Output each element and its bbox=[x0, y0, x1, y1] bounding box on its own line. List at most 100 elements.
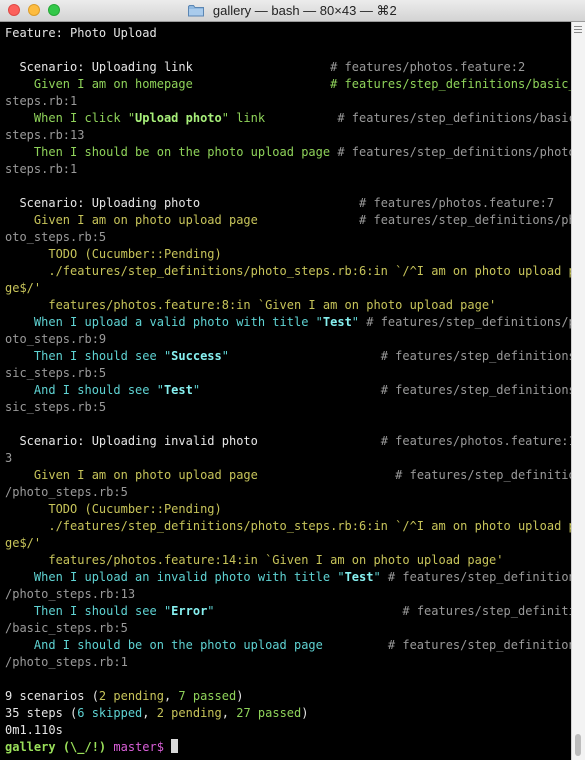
terminal-line: 3 bbox=[5, 450, 571, 467]
terminal-text: Scenario: Uploading photo bbox=[5, 196, 360, 210]
terminal-line: 9 scenarios (2 pending, 7 passed) bbox=[5, 688, 571, 705]
terminal-text: And I should be on the photo upload page bbox=[5, 638, 388, 652]
prompt-branch: master bbox=[113, 740, 157, 754]
terminal-text: # features/step_definitions/basic_ bbox=[337, 111, 571, 125]
terminal-line: When I upload an invalid photo with titl… bbox=[5, 569, 571, 586]
folder-icon bbox=[188, 4, 205, 22]
terminal-text: steps.rb:1 bbox=[5, 94, 78, 108]
terminal-text: Success bbox=[171, 349, 222, 363]
window-title: gallery — bash — 80×43 — ⌘2 bbox=[212, 3, 397, 18]
terminal-text: " bbox=[221, 349, 381, 363]
terminal-text: ./features/step_definitions/photo_steps.… bbox=[5, 519, 571, 533]
terminal-text: 3 bbox=[5, 451, 13, 465]
terminal-text: ) bbox=[301, 706, 309, 720]
terminal-text: oto_steps.rb:5 bbox=[5, 230, 107, 244]
terminal-output[interactable]: Feature: Photo Upload Scenario: Uploadin… bbox=[0, 22, 571, 760]
terminal-line: Scenario: Uploading photo # features/pho… bbox=[5, 195, 571, 212]
title-bar[interactable]: gallery — bash — 80×43 — ⌘2 bbox=[0, 0, 585, 22]
terminal-text: # features/step_definitions/ba bbox=[380, 349, 571, 363]
terminal-text: # features/photos.feature:7 bbox=[359, 196, 555, 210]
terminal-line: When I click "Upload photo" link # featu… bbox=[5, 110, 571, 127]
terminal-text: sic_steps.rb:5 bbox=[5, 400, 107, 414]
terminal-line: Scenario: Uploading link # features/phot… bbox=[5, 59, 571, 76]
terminal-text: # features/step_definitions bbox=[395, 468, 571, 482]
terminal-text: # features/photos.feature:1 bbox=[380, 434, 571, 448]
shell-prompt[interactable]: gallery (\_/!) master$ bbox=[5, 739, 571, 756]
terminal-text: ge$/' bbox=[5, 281, 42, 295]
terminal-line: And I should see "Test" # features/step_… bbox=[5, 382, 571, 399]
terminal-text: features/photos.feature:14:in `Given I a… bbox=[5, 553, 504, 567]
terminal-text: 2 pending bbox=[98, 689, 164, 703]
terminal-text: # features/step_definitions/ba bbox=[380, 383, 571, 397]
terminal-line: And I should be on the photo upload page… bbox=[5, 637, 571, 654]
terminal-line: /photo_steps.rb:1 bbox=[5, 654, 571, 671]
terminal-text: ) bbox=[236, 689, 244, 703]
terminal-line: Then I should see "Error" # features/ste… bbox=[5, 603, 571, 620]
terminal-text: # features/step_definitions bbox=[387, 638, 571, 652]
terminal-text: # features/photos.feature:2 bbox=[330, 60, 526, 74]
terminal-text: # features/step_definitions bbox=[402, 604, 571, 618]
terminal-text: # features/step_definitions/ph bbox=[359, 213, 571, 227]
terminal-line: features/photos.feature:14:in `Given I a… bbox=[5, 552, 571, 569]
terminal-text: 0m1.110s bbox=[5, 723, 63, 737]
terminal-text: /basic_steps.rb:5 bbox=[5, 621, 128, 635]
terminal-line: sic_steps.rb:5 bbox=[5, 365, 571, 382]
prompt-git-status: (\_/!) bbox=[62, 740, 107, 754]
terminal-text: 7 passed bbox=[178, 689, 237, 703]
terminal-text: 2 pending bbox=[156, 706, 222, 720]
terminal-line: steps.rb:1 bbox=[5, 161, 571, 178]
terminal-line: features/photos.feature:8:in `Given I am… bbox=[5, 297, 571, 314]
terminal-line: Given I am on homepage # features/step_d… bbox=[5, 76, 571, 93]
terminal-text: " bbox=[373, 570, 388, 584]
terminal-line: 35 steps (6 skipped, 2 pending, 27 passe… bbox=[5, 705, 571, 722]
terminal-line: oto_steps.rb:9 bbox=[5, 331, 571, 348]
terminal-line: 0m1.110s bbox=[5, 722, 571, 739]
terminal-text: # features/step_definitions/ph bbox=[366, 315, 571, 329]
terminal-text: /photo_steps.rb:13 bbox=[5, 587, 136, 601]
terminal-text: " bbox=[351, 315, 367, 329]
terminal-line: /photo_steps.rb:13 bbox=[5, 586, 571, 603]
terminal-text: When I upload an invalid photo with titl… bbox=[5, 570, 345, 584]
terminal-line: ./features/step_definitions/photo_steps.… bbox=[5, 263, 571, 280]
terminal-text: sic_steps.rb:5 bbox=[5, 366, 107, 380]
terminal-text: TODO (Cucumber::Pending) bbox=[5, 502, 222, 516]
terminal-text: TODO (Cucumber::Pending) bbox=[5, 247, 222, 261]
terminal-text: , bbox=[221, 706, 237, 720]
terminal-text: ./features/step_definitions/photo_steps.… bbox=[5, 264, 571, 278]
terminal-text: Then I should see " bbox=[5, 604, 172, 618]
terminal-text: oto_steps.rb:9 bbox=[5, 332, 107, 346]
vertical-scrollbar[interactable] bbox=[571, 22, 585, 760]
terminal-text: , bbox=[142, 706, 157, 720]
terminal-text: Given I am on photo upload page bbox=[5, 468, 396, 482]
terminal-line: Then I should be on the photo upload pag… bbox=[5, 144, 571, 161]
terminal-window: gallery — bash — 80×43 — ⌘2 Feature: Pho… bbox=[0, 0, 585, 760]
terminal-line: ./features/step_definitions/photo_steps.… bbox=[5, 518, 571, 535]
prompt-symbol: $ bbox=[156, 740, 164, 754]
terminal-line: oto_steps.rb:5 bbox=[5, 229, 571, 246]
terminal-text: steps.rb:13 bbox=[5, 128, 85, 142]
terminal-text: Given I am on photo upload page bbox=[5, 213, 360, 227]
terminal-line: Given I am on photo upload page # featur… bbox=[5, 212, 571, 229]
terminal-text: Upload photo bbox=[135, 111, 222, 125]
terminal-text: Then I should be on the photo upload pag… bbox=[5, 145, 338, 159]
terminal-line: sic_steps.rb:5 bbox=[5, 399, 571, 416]
terminal-text: When I upload a valid photo with title " bbox=[5, 315, 323, 329]
prompt-directory: gallery bbox=[5, 740, 56, 754]
window-title-group: gallery — bash — 80×43 — ⌘2 bbox=[0, 2, 585, 22]
terminal-line: Scenario: Uploading invalid photo # feat… bbox=[5, 433, 571, 450]
terminal-line: /photo_steps.rb:5 bbox=[5, 484, 571, 501]
terminal-text: 35 steps ( bbox=[5, 706, 78, 720]
terminal-line: TODO (Cucumber::Pending) bbox=[5, 246, 571, 263]
scrollbar-thumb[interactable] bbox=[575, 734, 581, 756]
terminal-line: Feature: Photo Upload bbox=[5, 25, 571, 42]
terminal-line: /basic_steps.rb:5 bbox=[5, 620, 571, 637]
terminal-lines: Feature: Photo Upload Scenario: Uploadin… bbox=[5, 25, 571, 739]
terminal-line: ge$/' bbox=[5, 535, 571, 552]
terminal-text: /photo_steps.rb:1 bbox=[5, 655, 128, 669]
terminal-line: ge$/' bbox=[5, 280, 571, 297]
terminal-text: 27 passed bbox=[236, 706, 302, 720]
